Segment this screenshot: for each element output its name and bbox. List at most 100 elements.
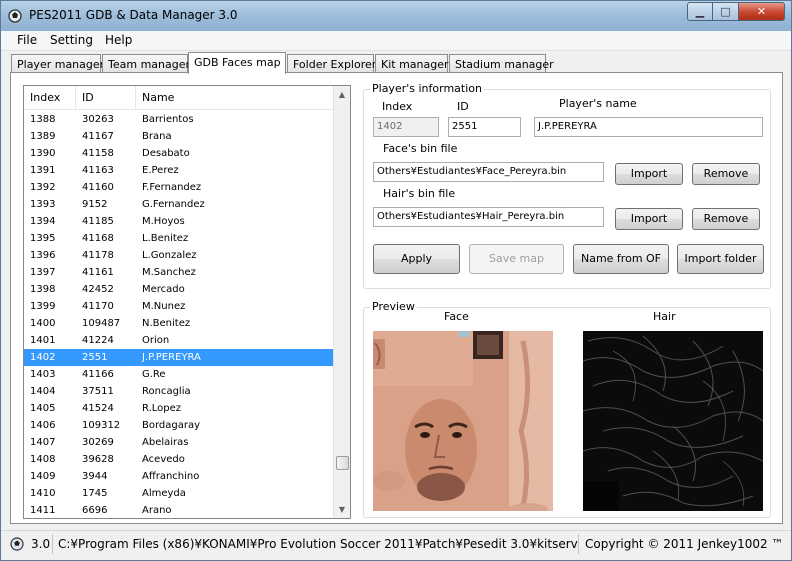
maximize-button[interactable]: □ [713, 2, 739, 21]
tab-player-manager[interactable]: Player manager [11, 54, 104, 73]
tab-stadium-manager[interactable]: Stadium manager [449, 54, 554, 73]
close-button[interactable]: ✕ [739, 2, 785, 21]
list-item[interactable]: 1406 109312 Bordagaray [24, 417, 334, 434]
status-icon [9, 536, 25, 552]
cell-index: 1401 [30, 335, 56, 346]
name-from-of-button[interactable]: Name from OF [573, 244, 669, 274]
menu-help[interactable]: Help [103, 33, 134, 47]
cell-index: 1403 [30, 369, 56, 380]
tab-gdb-faces-map[interactable]: GDB Faces map [188, 52, 286, 74]
list-item[interactable]: 1389 41167 Brana [24, 128, 334, 145]
cell-id: 41170 [82, 301, 114, 312]
id-label: ID [457, 100, 469, 113]
list-item[interactable]: 1407 30269 Abelairas [24, 434, 334, 451]
cell-index: 1406 [30, 420, 56, 431]
menu-file[interactable]: File [15, 33, 39, 47]
list-scrollbar[interactable]: ▲ ▼ [333, 86, 350, 518]
cell-index: 1410 [30, 488, 56, 499]
cell-name: Almeyda [142, 488, 186, 499]
cell-name: J.P.PEREYRA [142, 352, 201, 363]
list-item[interactable]: 1402 2551 J.P.PEREYRA [24, 349, 334, 366]
cell-id: 2551 [82, 352, 108, 363]
title-bar[interactable]: PES2011 GDB & Data Manager 3.0 ▁ □ ✕ [1, 1, 791, 31]
list-item[interactable]: 1411 6696 Arano [24, 502, 334, 518]
player-info-title: Player's information [370, 82, 484, 95]
list-item[interactable]: 1405 41524 R.Lopez [24, 400, 334, 417]
save-map-button[interactable]: Save map [469, 244, 564, 274]
cell-index: 1409 [30, 471, 56, 482]
list-item[interactable]: 1409 3944 Affranchino [24, 468, 334, 485]
cell-id: 41166 [82, 369, 114, 380]
apply-button[interactable]: Apply [373, 244, 460, 274]
list-item[interactable]: 1400 109487 N.Benitez [24, 315, 334, 332]
status-path: C:¥Program Files (x86)¥KONAMI¥Pro Evolut… [54, 534, 579, 554]
list-item[interactable]: 1395 41168 L.Benitez [24, 230, 334, 247]
cell-name: L.Benitez [142, 233, 189, 244]
cell-name: F.Fernandez [142, 182, 202, 193]
id-field[interactable]: 2551 [448, 117, 521, 137]
list-item[interactable]: 1392 41160 F.Fernandez [24, 179, 334, 196]
cell-name: Brana [142, 131, 172, 142]
minimize-button[interactable]: ▁ [687, 2, 713, 21]
list-item[interactable]: 1403 41166 G.Re [24, 366, 334, 383]
list-item[interactable]: 1398 42452 Mercado [24, 281, 334, 298]
hair-remove-button[interactable]: Remove [692, 208, 760, 230]
face-bin-field[interactable]: Others¥Estudiantes¥Face_Pereyra.bin [373, 162, 604, 182]
menu-setting[interactable]: Setting [48, 33, 95, 47]
scroll-up-icon[interactable]: ▲ [334, 86, 350, 103]
cell-name: Affranchino [142, 471, 200, 482]
cell-name: Roncaglia [142, 386, 191, 397]
cell-id: 41185 [82, 216, 114, 227]
index-field[interactable]: 1402 [373, 117, 439, 137]
list-item[interactable]: 1404 37511 Roncaglia [24, 383, 334, 400]
cell-name: L.Gonzalez [142, 250, 197, 261]
cell-index: 1395 [30, 233, 56, 244]
list-item[interactable]: 1397 41161 M.Sanchez [24, 264, 334, 281]
list-item[interactable]: 1401 41224 Orion [24, 332, 334, 349]
player-name-label: Player's name [559, 97, 637, 110]
face-import-button[interactable]: Import [615, 163, 683, 185]
cell-id: 109487 [82, 318, 121, 329]
cell-index: 1389 [30, 131, 56, 142]
faces-list[interactable]: Index ID Name 1388 30263 Barrientos 1389 411… [23, 85, 351, 519]
list-item[interactable]: 1388 30263 Barrientos [24, 111, 334, 128]
tab-folder-explorer[interactable]: Folder Explorer [287, 54, 376, 73]
index-label: Index [382, 100, 413, 113]
list-item[interactable]: 1408 39628 Acevedo [24, 451, 334, 468]
column-name[interactable]: Name [136, 86, 334, 110]
window-controls: ▁ □ ✕ [687, 2, 785, 21]
cell-name: Acevedo [142, 454, 185, 465]
player-name-field[interactable]: J.P.PEREYRA [534, 117, 763, 137]
face-texture-image [373, 331, 553, 511]
cell-name: Desabato [142, 148, 190, 159]
list-item[interactable]: 1393 9152 G.Fernandez [24, 196, 334, 213]
list-item[interactable]: 1410 1745 Almeyda [24, 485, 334, 502]
cell-name: Arano [142, 505, 172, 516]
cell-index: 1391 [30, 165, 56, 176]
scroll-thumb[interactable] [336, 456, 349, 470]
player-info-group: Player's information Index ID Player's n… [363, 82, 771, 289]
column-index[interactable]: Index [24, 86, 76, 110]
scroll-down-icon[interactable]: ▼ [334, 501, 350, 518]
tab-kit-manager[interactable]: Kit manager [375, 54, 449, 73]
cell-name: Orion [142, 335, 170, 346]
list-item[interactable]: 1396 41178 L.Gonzalez [24, 247, 334, 264]
list-item[interactable]: 1391 41163 E.Perez [24, 162, 334, 179]
column-id[interactable]: ID [76, 86, 136, 110]
cell-index: 1407 [30, 437, 56, 448]
list-item[interactable]: 1394 41185 M.Hoyos [24, 213, 334, 230]
cell-index: 1399 [30, 301, 56, 312]
cell-id: 41524 [82, 403, 114, 414]
import-folder-button[interactable]: Import folder [677, 244, 764, 274]
cell-id: 41168 [82, 233, 114, 244]
cell-name: R.Lopez [142, 403, 182, 414]
hair-bin-field[interactable]: Others¥Estudiantes¥Hair_Pereyra.bin [373, 207, 604, 227]
list-header: Index ID Name [24, 86, 334, 110]
list-item[interactable]: 1390 41158 Desabato [24, 145, 334, 162]
hair-import-button[interactable]: Import [615, 208, 683, 230]
tab-team-manager[interactable]: Team manager [102, 54, 190, 73]
status-copyright: Copyright © 2011 Jenkey1002 ™ [585, 537, 781, 551]
list-item[interactable]: 1399 41170 M.Nunez [24, 298, 334, 315]
face-remove-button[interactable]: Remove [692, 163, 760, 185]
cell-index: 1408 [30, 454, 56, 465]
